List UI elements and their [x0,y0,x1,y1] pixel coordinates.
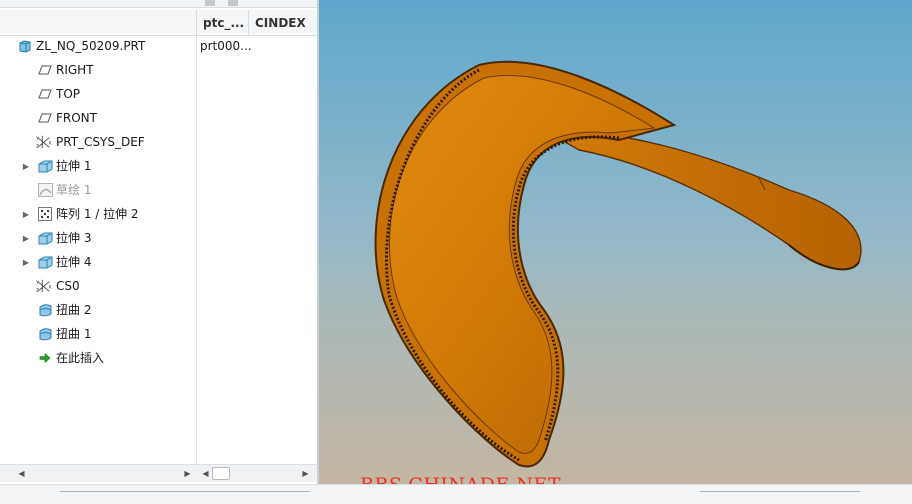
sketch-icon [37,182,53,198]
svg-text:X: X [48,285,51,291]
tree-row-insert-here[interactable]: 在此插入 [0,347,300,369]
column-header-ptc[interactable]: ptc_... [196,10,248,36]
extrude-icon [37,158,53,174]
svg-text:X: X [48,141,51,147]
scroll-left-icon[interactable]: ◀ [14,466,29,481]
svg-text:Z: Z [36,143,39,149]
tree-column-header: ptc_... CINDEX [0,10,317,36]
tree-row-cs0[interactable]: YZ X CS0 [0,275,300,297]
tree-item-label: 在此插入 [56,351,105,365]
expand-arrow-icon[interactable]: ▶ [22,227,30,249]
model-tree-panel: ptc_... CINDEX ZL_NQ_50209.PRT prt000...… [0,0,319,504]
tree-row-extrude-4[interactable]: ▶ 拉伸 4 [0,251,300,273]
datum-plane-icon [37,110,53,126]
bottom-status-strip [0,484,912,504]
scroll-right-icon[interactable]: ▶ [180,466,195,481]
tree-item-label: 拉伸 1 [56,159,92,173]
tree-toolbar-strip [0,0,317,8]
tree-item-label: 草绘 1 [56,183,92,197]
expand-arrow-icon[interactable]: ▶ [22,155,30,177]
splitter-line [700,491,860,492]
tree-row-extrude-3[interactable]: ▶ 拉伸 3 [0,227,300,249]
tree-item-label: 扭曲 1 [56,327,92,341]
splitter-line [60,491,310,492]
tree-row-pattern-1[interactable]: ▶ 阵列 1 / 拉伸 2 [0,203,300,225]
tree-row-warp-1[interactable]: 扭曲 1 [0,323,300,345]
tree-row-warp-2[interactable]: 扭曲 2 [0,299,300,321]
tree-cell-value: prt000... [200,39,252,53]
tree-row-extrude-1[interactable]: ▶ 拉伸 1 [0,155,300,177]
tree-item-label: FRONT [56,111,97,125]
svg-text:Y: Y [36,136,39,142]
tree-item-label: PRT_CSYS_DEF [56,135,145,149]
scrollbar-thumb[interactable] [212,467,230,480]
tree-item-label: 阵列 1 / 拉伸 2 [56,207,139,221]
insert-here-icon [37,350,53,366]
tree-row-top[interactable]: TOP [0,83,300,105]
pattern-icon [37,206,53,222]
expand-arrow-icon[interactable]: ▶ [22,251,30,273]
tree-item-label: 拉伸 3 [56,231,92,245]
svg-text:Y: Y [36,280,39,286]
warp-icon [37,302,53,318]
part-model-render [374,60,862,468]
horizontal-scrollbar[interactable]: ◀ ▶ ◀ ▶ [0,464,317,482]
tree-row-sketch-1[interactable]: 草绘 1 [0,179,300,201]
tree-row-front[interactable]: FRONT [0,107,300,129]
column-header-cindex[interactable]: CINDEX [248,10,317,36]
tree-item-label: 拉伸 4 [56,255,92,269]
coordinate-system-icon: YZ X [36,278,52,294]
expand-arrow-icon[interactable]: ▶ [22,203,30,225]
tree-item-label: ZL_NQ_50209.PRT [36,39,146,53]
toolbar-grip-icon[interactable] [205,0,215,6]
scroll-left-icon[interactable]: ◀ [198,466,213,481]
part-tail-surface [541,129,862,270]
datum-plane-icon [37,86,53,102]
tree-item-label: TOP [56,87,81,101]
tree-item-label: RIGHT [56,63,94,77]
graphics-viewport[interactable]: BBS.CHINADE.NET [319,0,912,484]
warp-icon [37,326,53,342]
datum-plane-icon [37,62,53,78]
tree-row-prt-csys-def[interactable]: YZ X PRT_CSYS_DEF [0,131,300,153]
extrude-icon [37,230,53,246]
tree-row-root[interactable]: ZL_NQ_50209.PRT prt000... [0,35,300,57]
extrude-icon [37,254,53,270]
scroll-right-icon[interactable]: ▶ [298,466,313,481]
part-icon [17,38,33,54]
watermark-text: BBS.CHINADE.NET [360,474,561,484]
tree-item-label: 扭曲 2 [56,303,92,317]
coordinate-system-icon: YZ X [36,134,52,150]
tree-row-right[interactable]: RIGHT [0,59,300,81]
toolbar-grip-icon[interactable] [228,0,238,6]
svg-text:Z: Z [36,287,39,293]
tree-item-label: CS0 [56,279,80,293]
